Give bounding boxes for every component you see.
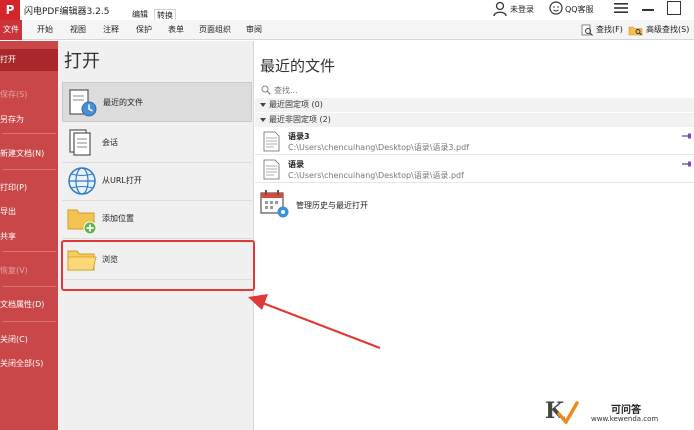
manage-history-label: 管理历史与最近打开	[296, 201, 368, 210]
recent-file-name: 语录	[288, 160, 304, 169]
find-button[interactable]: 查找(F)	[581, 23, 623, 37]
advanced-find-button[interactable]: 高级查找(S)	[628, 23, 689, 37]
support-link[interactable]: QQ客服	[565, 4, 594, 15]
watermark-check-icon	[557, 401, 579, 424]
sidebar-item-restore[interactable]: 恢复(V)	[0, 265, 58, 277]
find-icon	[581, 24, 593, 36]
sidebar-divider	[2, 251, 56, 252]
file-menu-sidebar: 打开 保存(S) 另存为 新建文档(N) 打印(P) 导出 共享 恢复(V) 文…	[0, 41, 58, 430]
tab-view[interactable]: 视图	[70, 24, 86, 36]
add-folder-icon	[67, 209, 97, 235]
unpinned-group-header[interactable]: 最近非固定项 (2)	[255, 113, 694, 127]
sidebar-item-export[interactable]: 导出	[0, 206, 58, 218]
mode-tab-edit[interactable]: 编辑	[130, 9, 150, 20]
open-add-location[interactable]: 添加位置	[62, 199, 252, 239]
document-icon	[263, 159, 280, 180]
calendar-settings-icon	[260, 190, 289, 218]
open-from-url[interactable]: 从URL打开	[62, 161, 252, 201]
open-recent-files[interactable]: 最近的文件	[62, 82, 252, 122]
pinned-group-header[interactable]: 最近固定项 (0)	[255, 98, 694, 112]
open-add-location-label: 添加位置	[102, 214, 134, 223]
sidebar-divider	[2, 169, 56, 170]
watermark-url: www.kewenda.com	[591, 415, 659, 423]
tab-review[interactable]: 审阅	[246, 24, 262, 36]
sidebar-divider	[2, 133, 56, 134]
sidebar-item-close[interactable]: 关闭(C)	[0, 334, 58, 346]
manage-history-button[interactable]: 管理历史与最近打开	[259, 188, 459, 220]
title-bar: P 闪电PDF编辑器3.2.5 编辑 转换 未登录 QQ客服	[0, 0, 694, 20]
browse-highlight-box	[61, 240, 255, 291]
search-icon	[261, 85, 271, 95]
pinned-group-label: 最近固定项 (0)	[269, 100, 323, 109]
document-icon	[263, 131, 280, 152]
sidebar-item-open[interactable]: 打开	[0, 49, 58, 71]
sidebar-item-new-document[interactable]: 新建文档(N)	[0, 148, 58, 160]
maximize-icon[interactable]	[667, 1, 681, 15]
sidebar-item-share[interactable]: 共享	[0, 231, 58, 243]
open-session-label: 会话	[102, 138, 118, 147]
unpinned-group-label: 最近非固定项 (2)	[269, 115, 331, 124]
recent-file-row[interactable]: 语录3 C:\Users\chencuihang\Desktop\语录\语录3.…	[255, 128, 694, 155]
support-icon[interactable]	[549, 1, 563, 15]
login-link[interactable]: 未登录	[510, 4, 534, 15]
app-logo-icon: P	[0, 0, 20, 20]
globe-icon	[68, 167, 96, 195]
sidebar-divider	[2, 286, 56, 287]
recent-file-name: 语录3	[288, 132, 310, 141]
pin-icon[interactable]	[682, 160, 692, 168]
advanced-find-label: 高级查找(S)	[646, 25, 690, 34]
recent-files-title: 最近的文件	[260, 57, 336, 75]
tab-page-organize[interactable]: 页面组织	[199, 24, 231, 36]
annotation-arrow-icon	[248, 294, 381, 350]
open-recent-files-label: 最近的文件	[103, 98, 143, 107]
sidebar-item-save[interactable]: 保存(S)	[0, 89, 58, 101]
watermark-name: 可问答	[611, 405, 641, 416]
session-icon	[69, 129, 91, 156]
hamburger-menu-icon[interactable]	[614, 2, 628, 14]
mode-tab-convert[interactable]: 转换	[154, 9, 176, 20]
open-options-pane: 打开 最近的文件 会话 从URL打开 添加位置 浏览	[58, 41, 254, 430]
advanced-find-icon	[628, 26, 643, 36]
recent-file-path: C:\Users\chencuihang\Desktop\语录\语录.pdf	[288, 171, 464, 180]
sidebar-item-print[interactable]: 打印(P)	[0, 182, 58, 194]
pin-icon[interactable]	[682, 132, 692, 140]
recent-file-path: C:\Users\chencuihang\Desktop\语录\语录3.pdf	[288, 143, 470, 152]
sidebar-item-properties[interactable]: 文档属性(D)	[0, 299, 58, 311]
recent-files-icon	[69, 89, 97, 117]
tab-file[interactable]: 文件	[0, 20, 22, 40]
recent-file-row[interactable]: 语录 C:\Users\chencuihang\Desktop\语录\语录.pd…	[255, 156, 694, 183]
recent-files-pane: 最近的文件 最近固定项 (0) 最近非固定项 (2) 语录3 C:\Users\…	[255, 41, 694, 430]
sidebar-item-close-all[interactable]: 关闭全部(S)	[0, 358, 58, 370]
recent-search-input[interactable]	[274, 83, 684, 97]
user-icon[interactable]	[493, 1, 507, 17]
tab-protect[interactable]: 保护	[136, 24, 152, 36]
watermark: K 可问答 www.kewenda.com	[539, 396, 694, 430]
open-session[interactable]: 会话	[62, 123, 252, 163]
open-pane-title: 打开	[64, 51, 100, 72]
find-label: 查找(F)	[596, 25, 623, 34]
minimize-icon[interactable]	[642, 9, 654, 11]
ribbon-tabs: 文件 开始 视图 注释 保护 表单 页面组织 审阅 查找(F) 高级查找(S)	[0, 20, 694, 40]
collapse-triangle-icon	[260, 117, 266, 122]
app-title: 闪电PDF编辑器3.2.5	[24, 7, 110, 17]
open-from-url-label: 从URL打开	[102, 176, 142, 185]
sidebar-item-save-as[interactable]: 另存为	[0, 114, 58, 126]
tab-form[interactable]: 表单	[168, 24, 184, 36]
collapse-triangle-icon	[260, 102, 266, 107]
tab-annotate[interactable]: 注释	[103, 24, 119, 36]
tab-start[interactable]: 开始	[37, 24, 53, 36]
sidebar-divider	[2, 321, 56, 322]
